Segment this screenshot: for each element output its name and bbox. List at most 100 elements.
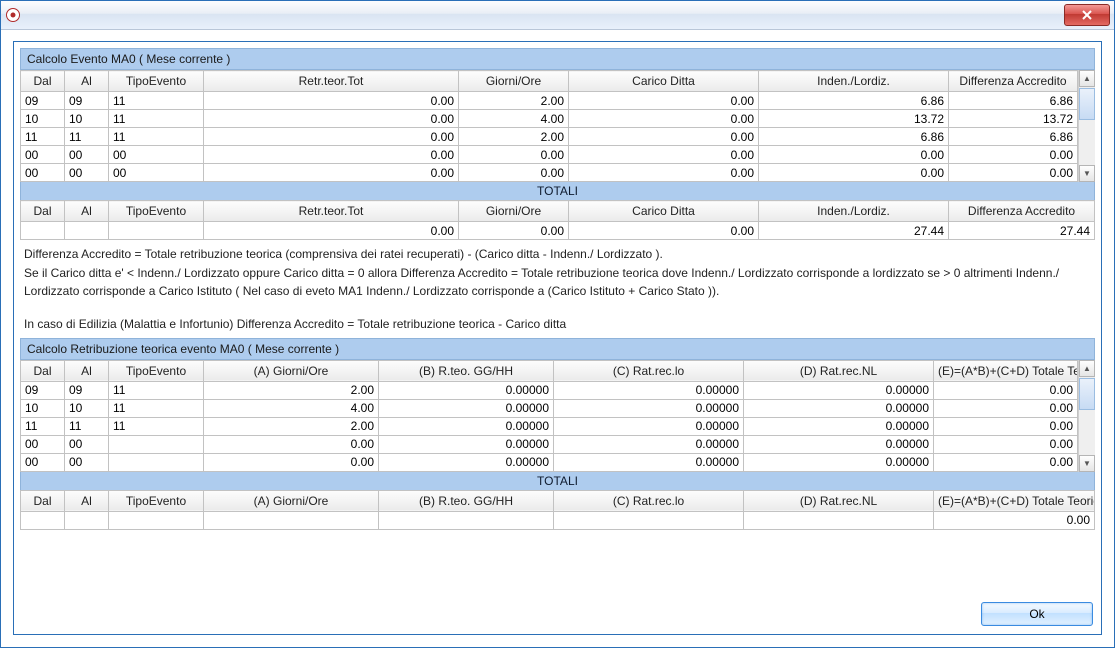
section2-totali-row: 0.00 <box>21 511 1095 529</box>
col-al[interactable]: Al <box>65 71 109 92</box>
tcol-dal: Dal <box>21 201 65 222</box>
cell: 10 <box>21 399 65 417</box>
col2-tipo[interactable]: TipoEvento <box>109 360 204 381</box>
cell: 0.00 <box>204 164 459 182</box>
t2col-a: (A) Giorni/Ore <box>204 490 379 511</box>
tcol-gg: Giorni/Ore <box>459 201 569 222</box>
cell: 0.00 <box>949 164 1078 182</box>
dialog-window: Calcolo Evento MA0 ( Mese corrente ) Dal… <box>0 0 1115 648</box>
cell: 00 <box>65 146 109 164</box>
cell: 2.00 <box>459 92 569 110</box>
cell: 0.00 <box>949 146 1078 164</box>
t2col-d: (D) Rat.rec.NL <box>744 490 934 511</box>
section2-header-row: Dal Al TipoEvento (A) Giorni/Ore (B) R.t… <box>21 360 1078 381</box>
tcol-cd: Carico Ditta <box>569 201 759 222</box>
section2-scrollbar[interactable]: ▲ ▼ <box>1078 360 1095 472</box>
section1-header-row: Dal Al TipoEvento Retr.teor.Tot Giorni/O… <box>21 71 1078 92</box>
cell: 0.00 <box>204 128 459 146</box>
col-giorniore[interactable]: Giorni/Ore <box>459 71 569 92</box>
cell: 13.72 <box>949 110 1078 128</box>
cell: 00 <box>21 164 65 182</box>
col2-c[interactable]: (C) Rat.rec.lo <box>554 360 744 381</box>
cell: 11 <box>65 128 109 146</box>
cell: 10 <box>21 110 65 128</box>
section2-totali-table: Dal Al TipoEvento (A) Giorni/Ore (B) R.t… <box>20 490 1095 530</box>
scroll-thumb[interactable] <box>1079 88 1095 120</box>
scroll-track[interactable] <box>1079 121 1095 165</box>
tcol-da: Differenza Accredito <box>949 201 1095 222</box>
scroll-down-icon[interactable]: ▼ <box>1079 455 1095 472</box>
table-row[interactable]: 00000.000.000000.000000.000000.00 <box>21 453 1078 471</box>
cell: 11 <box>21 417 65 435</box>
cell: 10 <box>65 110 109 128</box>
col-tipoevento[interactable]: TipoEvento <box>109 71 204 92</box>
cell: 11 <box>21 128 65 146</box>
cell: 0.00 <box>759 164 949 182</box>
section1-totali-row: 0.00 0.00 0.00 27.44 27.44 <box>21 222 1095 240</box>
cell: 0.00000 <box>744 417 934 435</box>
cell: 0.00 <box>934 453 1078 471</box>
cell: 00 <box>65 164 109 182</box>
cell: 11 <box>109 381 204 399</box>
close-icon <box>1081 10 1093 20</box>
cell: 0.00000 <box>744 435 934 453</box>
table-row[interactable]: 00000.000.000000.000000.000000.00 <box>21 435 1078 453</box>
window-close-button[interactable] <box>1064 4 1110 26</box>
col-dal[interactable]: Dal <box>21 71 65 92</box>
section1-table: Dal Al TipoEvento Retr.teor.Tot Giorni/O… <box>20 70 1078 182</box>
cell: 6.86 <box>949 92 1078 110</box>
col-indenlordiz[interactable]: Inden./Lordiz. <box>759 71 949 92</box>
scroll-up-icon[interactable]: ▲ <box>1079 360 1095 377</box>
section2-totali-label: TOTALI <box>20 472 1095 490</box>
cell: 0.00 <box>934 399 1078 417</box>
cell: 09 <box>65 92 109 110</box>
cell: 0.00000 <box>554 417 744 435</box>
cell: 0.00 <box>759 146 949 164</box>
col2-a[interactable]: (A) Giorni/Ore <box>204 360 379 381</box>
app-icon <box>5 7 21 23</box>
cell: 0.00000 <box>554 399 744 417</box>
table-row[interactable]: 0909112.000.000000.000000.000000.00 <box>21 381 1078 399</box>
t2col-tipo: TipoEvento <box>109 490 204 511</box>
explanation-text: Differenza Accredito = Totale retribuzio… <box>20 240 1095 338</box>
col2-e[interactable]: (E)=(A*B)+(C+D) Totale Teorica <box>934 360 1078 381</box>
cell: 0.00 <box>204 92 459 110</box>
table-row[interactable]: 0909110.002.000.006.866.86 <box>21 92 1078 110</box>
t2col-e: (E)=(A*B)+(C+D) Totale Teorica <box>934 490 1095 511</box>
col2-dal[interactable]: Dal <box>21 360 65 381</box>
cell: 0.00 <box>459 146 569 164</box>
cell: 6.86 <box>759 92 949 110</box>
col-diffaccredito[interactable]: Differenza Accredito <box>949 71 1078 92</box>
scroll-thumb[interactable] <box>1079 378 1095 410</box>
table-row[interactable]: 1010110.004.000.0013.7213.72 <box>21 110 1078 128</box>
col2-b[interactable]: (B) R.teo. GG/HH <box>379 360 554 381</box>
cell: 11 <box>65 417 109 435</box>
section1-scrollbar[interactable]: ▲ ▼ <box>1078 70 1095 182</box>
table-row[interactable]: 1111112.000.000000.000000.000000.00 <box>21 417 1078 435</box>
cell: 4.00 <box>459 110 569 128</box>
cell: 0.00 <box>934 381 1078 399</box>
scroll-up-icon[interactable]: ▲ <box>1079 70 1095 87</box>
table-row[interactable]: 0000000.000.000.000.000.00 <box>21 146 1078 164</box>
table-row[interactable]: 1010114.000.000000.000000.000000.00 <box>21 399 1078 417</box>
ok-button[interactable]: Ok <box>981 602 1093 626</box>
col-caricoditta[interactable]: Carico Ditta <box>569 71 759 92</box>
tcol-il: Inden./Lordiz. <box>759 201 949 222</box>
cell: 13.72 <box>759 110 949 128</box>
table-row[interactable]: 0000000.000.000.000.000.00 <box>21 164 1078 182</box>
scroll-down-icon[interactable]: ▼ <box>1079 165 1095 182</box>
cell: 0.00000 <box>554 453 744 471</box>
scroll-track[interactable] <box>1079 411 1095 455</box>
cell: 0.00000 <box>379 435 554 453</box>
t2col-al: Al <box>65 490 109 511</box>
cell: 0.00 <box>204 110 459 128</box>
cell: 0.00000 <box>554 435 744 453</box>
table-row[interactable]: 1111110.002.000.006.866.86 <box>21 128 1078 146</box>
cell: 00 <box>21 453 65 471</box>
col2-d[interactable]: (D) Rat.rec.NL <box>744 360 934 381</box>
col-retr[interactable]: Retr.teor.Tot <box>204 71 459 92</box>
cell: 0.00000 <box>379 399 554 417</box>
explain-p1: Differenza Accredito = Totale retribuzio… <box>24 246 1091 263</box>
col2-al[interactable]: Al <box>65 360 109 381</box>
cell: 2.00 <box>204 417 379 435</box>
